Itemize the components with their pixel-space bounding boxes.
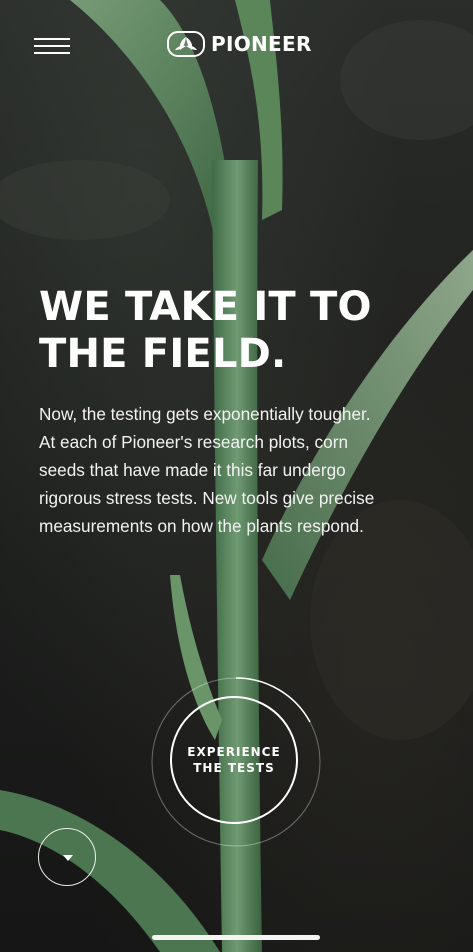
paragraph-line-4: rigorous stress tests. New tools give pr… [39, 488, 375, 508]
headline-line-2: THE FIELD. [39, 331, 287, 377]
page-headline: WE TAKE IT TO THE FIELD. [39, 284, 459, 378]
paragraph-line-5: measurements on how the plants respond. [39, 516, 364, 536]
chevron-down-icon [63, 855, 73, 861]
headline-line-1: WE TAKE IT TO [39, 284, 372, 330]
paragraph-line-1: Now, the testing gets exponentially toug… [39, 404, 371, 424]
scroll-down-button[interactable] [38, 828, 96, 886]
cta-label: EXPERIENCE THE TESTS [187, 744, 280, 776]
brand-logo[interactable]: PIONEER [167, 31, 312, 57]
paragraph-line-3: seeds that have made it this far undergo [39, 460, 346, 480]
pioneer-logo-icon [167, 31, 205, 57]
experience-tests-button[interactable]: EXPERIENCE THE TESTS [170, 696, 298, 824]
cta-label-line-1: EXPERIENCE [187, 745, 281, 759]
experience-tests-cta: EXPERIENCE THE TESTS [150, 676, 322, 848]
cta-label-line-2: THE TESTS [193, 761, 275, 775]
menu-line [34, 38, 70, 40]
brand-name: PIONEER [211, 32, 312, 56]
paragraph-line-2: At each of Pioneer's research plots, cor… [39, 432, 348, 452]
screen: PIONEER WE TAKE IT TO THE FIELD. Now, th… [0, 0, 473, 952]
menu-line [34, 52, 70, 54]
home-indicator[interactable] [152, 935, 320, 940]
intro-paragraph: Now, the testing gets exponentially toug… [39, 400, 443, 540]
menu-line [34, 45, 70, 47]
hamburger-menu-icon[interactable] [34, 38, 70, 56]
